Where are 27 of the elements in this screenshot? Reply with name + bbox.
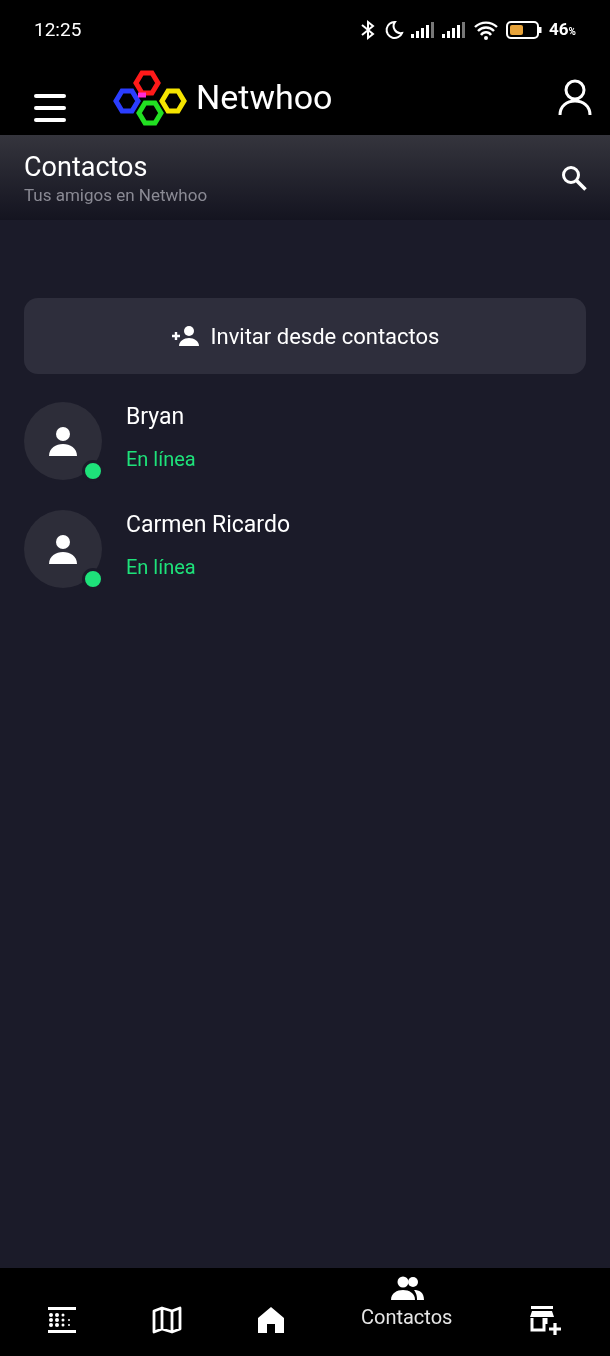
- map-icon: [151, 1306, 182, 1334]
- add-person-icon: [170, 325, 199, 347]
- contact-name[interactable]: Bryan: [126, 399, 196, 435]
- invite-button[interactable]: Invitar desde contactos: [24, 298, 586, 374]
- battery-percent: 46%: [549, 18, 576, 42]
- status-time: 12:25: [34, 16, 82, 43]
- person-icon: [47, 425, 79, 457]
- nav-tab[interactable]: Contactos: [356, 1276, 457, 1348]
- brand-name: Netwhoo: [196, 76, 333, 119]
- contact-status: En línea: [126, 446, 196, 474]
- signal-icon: [442, 22, 467, 38]
- list-grid-icon: [47, 1307, 76, 1333]
- contact-status: En línea: [126, 554, 197, 582]
- page-title: Contactos: [24, 149, 149, 184]
- page-subtitle: Tus amigos en Netwhoo: [24, 183, 208, 206]
- store-add-icon: [528, 1305, 563, 1335]
- battery-icon: [506, 21, 543, 39]
- signal-icon: [411, 22, 436, 38]
- menu-icon[interactable]: [34, 93, 66, 122]
- person-icon: [47, 533, 79, 565]
- people-icon: [389, 1276, 424, 1300]
- home-icon: [257, 1306, 286, 1334]
- search-icon[interactable]: [560, 163, 588, 192]
- wifi-icon: [473, 20, 500, 40]
- moon-icon: [384, 20, 405, 40]
- contact-name[interactable]: Carmen Ricardo: [126, 507, 291, 543]
- user-icon[interactable]: [558, 78, 592, 117]
